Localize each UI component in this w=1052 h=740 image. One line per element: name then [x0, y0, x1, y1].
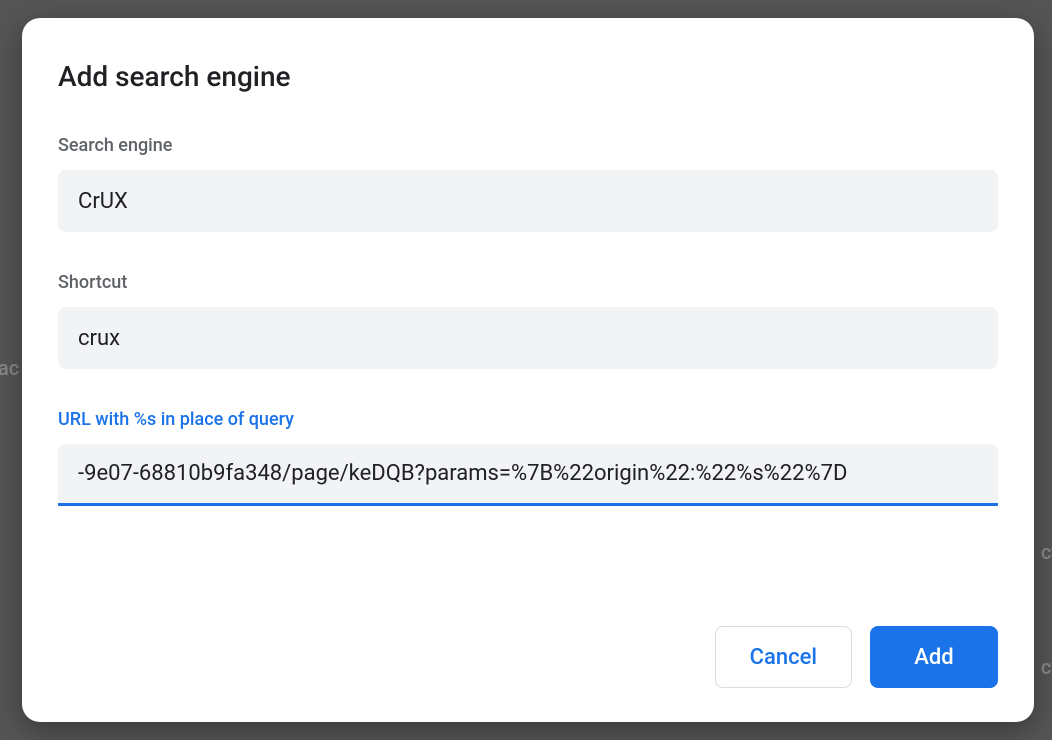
- url-label: URL with %s in place of query: [58, 409, 998, 430]
- url-input[interactable]: [58, 444, 998, 506]
- search-engine-field-group: Search engine: [58, 135, 998, 232]
- dialog-title: Add search engine: [58, 60, 998, 93]
- shortcut-label: Shortcut: [58, 272, 998, 293]
- url-field-group: URL with %s in place of query: [58, 409, 998, 506]
- background-text-fragment: ac: [0, 356, 19, 380]
- shortcut-input[interactable]: [58, 307, 998, 369]
- add-button[interactable]: Add: [870, 626, 998, 688]
- shortcut-field-group: Shortcut: [58, 272, 998, 369]
- add-search-engine-dialog: Add search engine Search engine Shortcut…: [22, 18, 1034, 722]
- background-text-fragment: ct: [1041, 655, 1052, 679]
- search-engine-label: Search engine: [58, 135, 998, 156]
- dialog-button-row: Cancel Add: [58, 626, 998, 688]
- search-engine-input[interactable]: [58, 170, 998, 232]
- background-text-fragment: ct: [1041, 540, 1052, 564]
- cancel-button[interactable]: Cancel: [715, 626, 852, 688]
